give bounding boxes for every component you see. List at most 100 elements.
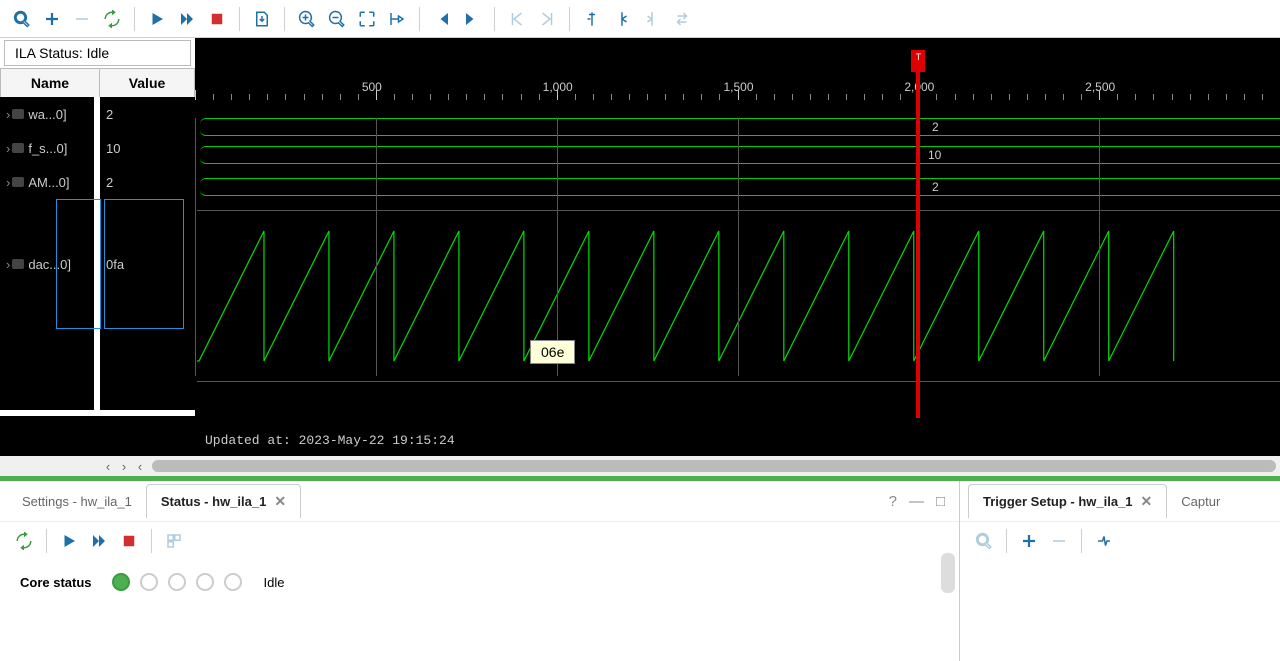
- hscroll-thumb[interactable]: [152, 460, 1276, 472]
- help-icon[interactable]: ?: [889, 493, 897, 510]
- add-icon: [43, 10, 61, 28]
- play-button[interactable]: [55, 527, 83, 555]
- zoom-fit-button[interactable]: [353, 5, 381, 33]
- zoom-out-button[interactable]: [323, 5, 351, 33]
- trigger-cursor-line[interactable]: [916, 70, 920, 418]
- prev-marker-icon: [613, 10, 631, 28]
- grid-line: [195, 118, 196, 376]
- fast-forward-button[interactable]: [173, 5, 201, 33]
- signal-value-row[interactable]: 2: [100, 97, 195, 131]
- core-status-led-active: [112, 573, 130, 591]
- hscroll-track[interactable]: [152, 460, 1276, 472]
- signal-name-row[interactable]: ›dac...0]: [0, 199, 94, 329]
- ruler-label: 2,500: [1085, 80, 1115, 94]
- separator: [284, 7, 285, 31]
- maximize-icon[interactable]: □: [936, 493, 945, 510]
- next-marker-icon: [643, 10, 661, 28]
- add-marker-icon: [583, 10, 601, 28]
- separator: [569, 7, 570, 31]
- minimize-icon[interactable]: —: [909, 493, 924, 510]
- time-ruler[interactable]: 05001,0001,5002,0002,500: [195, 82, 1280, 102]
- signal-rows-footer: [0, 416, 195, 456]
- add-marker-button[interactable]: [578, 5, 606, 33]
- wave-value-tooltip: 06e: [530, 340, 575, 364]
- signal-name-row[interactable]: ›AM...0]: [0, 165, 94, 199]
- tab-captur[interactable]: Captur: [1167, 486, 1234, 517]
- tab-label: Captur: [1181, 494, 1220, 509]
- left-tab-row: Settings - hw_ila_1Status - hw_ila_1✕ ? …: [0, 481, 959, 521]
- header-name[interactable]: Name: [0, 68, 100, 97]
- signal-value: 10: [106, 141, 120, 156]
- core-status-led-2: [168, 573, 186, 591]
- status-panel: Settings - hw_ila_1Status - hw_ila_1✕ ? …: [0, 481, 960, 661]
- fast-forward-button[interactable]: [85, 527, 113, 555]
- tab-trigger-setup-hw-ila-1[interactable]: Trigger Setup - hw_ila_1✕: [968, 484, 1167, 518]
- expand-icon[interactable]: ›: [6, 175, 10, 190]
- signal-value: 2: [106, 107, 113, 122]
- next-edge-button: [533, 5, 561, 33]
- ruler-label: 1,000: [543, 80, 573, 94]
- refresh-button[interactable]: [98, 5, 126, 33]
- expand-icon[interactable]: ›: [6, 141, 10, 156]
- signal-name-row[interactable]: ›f_s...0]: [0, 131, 94, 165]
- search-button: [970, 527, 998, 555]
- analog-wave-lane[interactable]: [197, 210, 1280, 382]
- ila-status-value: Idle: [87, 45, 110, 61]
- hscroll-right-icon[interactable]: ›: [116, 459, 132, 474]
- core-status-text: Idle: [264, 575, 285, 590]
- vscroll-thumb[interactable]: [941, 553, 955, 593]
- signal-value: 2: [106, 175, 113, 190]
- expand-icon[interactable]: ›: [6, 107, 10, 122]
- updated-timestamp: Updated at: 2023-May-22 19:15:24: [205, 433, 455, 448]
- separator: [494, 7, 495, 31]
- core-status-led-4: [224, 573, 242, 591]
- signal-value-row[interactable]: 0fa: [100, 199, 195, 329]
- expand-icon[interactable]: ›: [6, 257, 10, 272]
- remove-icon: [73, 10, 91, 28]
- signal-lane-1[interactable]: 10: [200, 146, 1280, 164]
- go-start-icon: [433, 10, 451, 28]
- export-button[interactable]: [248, 5, 276, 33]
- wave-hscroll-left-icon[interactable]: ‹: [132, 459, 148, 474]
- signal-name-row[interactable]: ›wa...0]: [0, 97, 94, 131]
- prev-marker-button[interactable]: [608, 5, 636, 33]
- prev-edge-button: [503, 5, 531, 33]
- trigger-config-icon: [1095, 532, 1113, 550]
- goto-cursor-button[interactable]: [383, 5, 411, 33]
- grid-line: [738, 118, 739, 376]
- close-icon[interactable]: ✕: [1141, 493, 1153, 510]
- zoom-in-button[interactable]: [293, 5, 321, 33]
- stop-button[interactable]: [115, 527, 143, 555]
- waveform-panel[interactable]: 05001,0001,5002,0002,500 2 10 2 T 06e Up…: [195, 38, 1280, 456]
- hscroll-left-icon[interactable]: ‹: [100, 459, 116, 474]
- signal-lane-0[interactable]: 2: [200, 118, 1280, 136]
- separator: [46, 529, 47, 553]
- fast-forward-icon: [178, 10, 196, 28]
- hscroll[interactable]: ‹ › ‹: [0, 456, 1280, 476]
- signal-lane-2[interactable]: 2: [200, 178, 1280, 196]
- add-button[interactable]: [38, 5, 66, 33]
- tab-settings-hw-ila-1[interactable]: Settings - hw_ila_1: [8, 486, 146, 517]
- ruler-label: 500: [362, 80, 382, 94]
- bottom-panels: Settings - hw_ila_1Status - hw_ila_1✕ ? …: [0, 481, 1280, 661]
- add-button[interactable]: [1015, 527, 1043, 555]
- refresh-button[interactable]: [10, 527, 38, 555]
- core-status-led-3: [196, 573, 214, 591]
- status-toolbar: [0, 521, 959, 559]
- trigger-config-button[interactable]: [1090, 527, 1118, 555]
- go-start-button[interactable]: [428, 5, 456, 33]
- go-end-button[interactable]: [458, 5, 486, 33]
- trigger-panel: Trigger Setup - hw_ila_1✕ Captur: [960, 481, 1280, 661]
- header-value[interactable]: Value: [100, 68, 195, 97]
- close-icon[interactable]: ✕: [274, 493, 286, 510]
- trigger-marker[interactable]: T: [911, 50, 925, 72]
- core-status-row: Core status Idle: [0, 559, 959, 605]
- stop-button[interactable]: [203, 5, 231, 33]
- play-button[interactable]: [143, 5, 171, 33]
- remove-button: [1045, 527, 1073, 555]
- signal-value-row[interactable]: 10: [100, 131, 195, 165]
- signal-value-row[interactable]: 2: [100, 165, 195, 199]
- lane-label-0: 2: [932, 120, 939, 134]
- tab-status-hw-ila-1[interactable]: Status - hw_ila_1✕: [146, 484, 301, 518]
- search-button[interactable]: [8, 5, 36, 33]
